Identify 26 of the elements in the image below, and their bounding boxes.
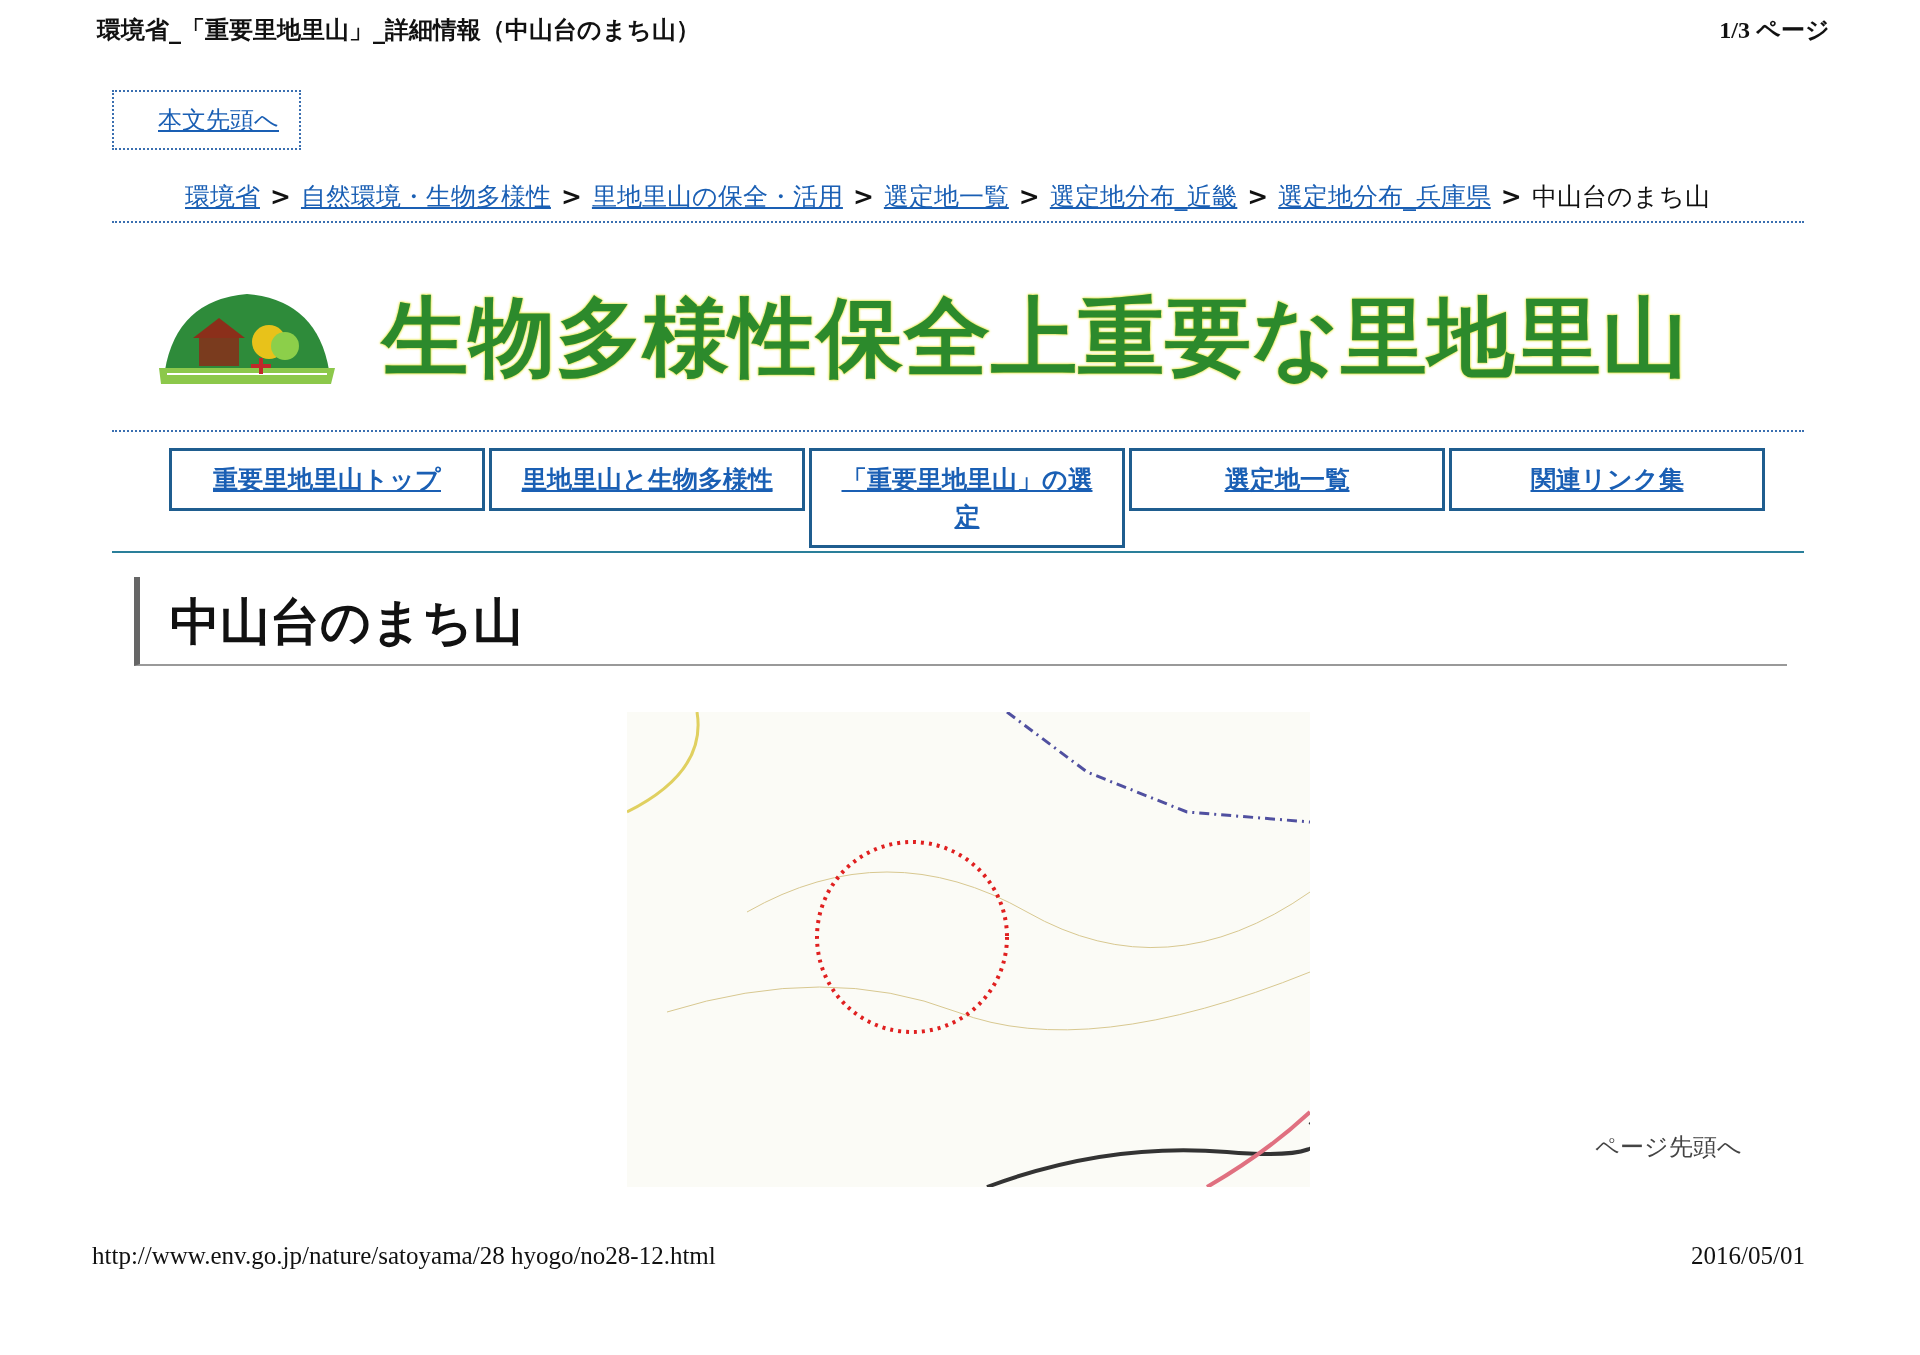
nav-button[interactable]: 重要里地里山トップ — [169, 448, 485, 511]
nav-button[interactable]: 関連リンク集 — [1449, 448, 1765, 511]
banner-title: 生物多様性保全上重要な里地里山 — [382, 286, 1689, 389]
breadcrumb-link[interactable]: 環境省 — [185, 182, 260, 211]
page-heading: 中山台のまち山 — [134, 577, 1787, 666]
breadcrumb-link[interactable]: 選定地分布_兵庫県 — [1278, 182, 1491, 211]
print-title: 環境省_「重要里地里山」_詳細情報（中山台のまち山） — [97, 15, 700, 46]
breadcrumb-current: 中山台のまち山 — [1531, 182, 1710, 211]
breadcrumb-separator: > — [1018, 182, 1040, 211]
breadcrumb-link[interactable]: 里地里山の保全・活用 — [591, 182, 843, 211]
print-date: 2016/05/01 — [1691, 1241, 1805, 1271]
nav-button[interactable]: 選定地一覧 — [1129, 448, 1445, 511]
back-to-top-link[interactable]: ページ先頭へ — [1595, 1129, 1742, 1165]
breadcrumb-separator: > — [1247, 182, 1269, 211]
breadcrumb-separator: > — [560, 182, 582, 211]
nav-button[interactable]: 「重要里地里山」の選定 — [809, 448, 1125, 548]
breadcrumb-link[interactable]: 自然環境・生物多様性 — [300, 182, 551, 211]
nav-button[interactable]: 里地里山と生物多様性 — [489, 448, 805, 511]
breadcrumb-link[interactable]: 選定地一覧 — [883, 182, 1009, 211]
page-url: http://www.env.go.jp/nature/satoyama/28 hyogo/no28-12.html — [92, 1241, 716, 1271]
page-count: 1/3 ページ — [1719, 16, 1830, 45]
skip-to-content-link[interactable]: 本文先頭へ — [112, 90, 301, 150]
breadcrumb-link[interactable]: 選定地分布_近畿 — [1049, 182, 1238, 211]
breadcrumb-separator: > — [270, 182, 291, 211]
breadcrumb-separator: > — [1500, 182, 1522, 211]
breadcrumb-separator: > — [852, 182, 874, 211]
